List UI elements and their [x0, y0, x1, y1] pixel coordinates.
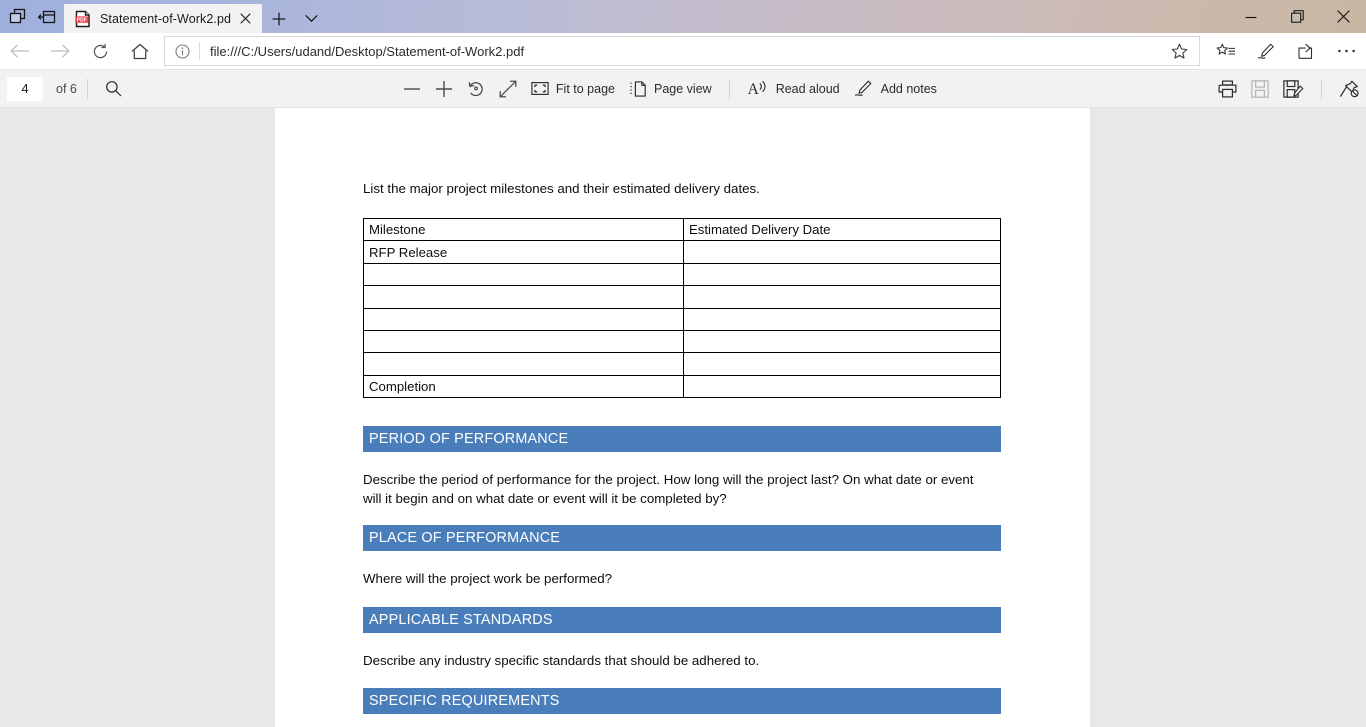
forward-icon[interactable]: [40, 33, 80, 69]
table-row: [363, 285, 1001, 309]
title-bar: PDF Statement-of-Work2.pd: [0, 0, 1366, 33]
web-notes-pen-icon[interactable]: [1246, 33, 1286, 69]
section-heading-period-of-performance: PERIOD OF PERFORMANCE: [363, 426, 1001, 453]
svg-text:PDF: PDF: [77, 17, 87, 23]
more-options-icon[interactable]: [1326, 33, 1366, 69]
home-icon[interactable]: [120, 33, 160, 69]
address-bar: file:///C:/Users/udand/Desktop/Statement…: [0, 33, 1366, 70]
cell-date: [683, 262, 1001, 287]
cell-milestone: [363, 352, 684, 376]
favorite-star-icon[interactable]: [1159, 37, 1199, 65]
url-box[interactable]: file:///C:/Users/udand/Desktop/Statement…: [164, 36, 1200, 66]
cell-date: [683, 329, 1001, 354]
cell-date: [683, 374, 1001, 399]
chevron-down-icon[interactable]: [296, 4, 326, 33]
table-row: RFP Release: [363, 240, 1001, 264]
table-row: [363, 352, 1001, 376]
minimize-icon[interactable]: [1228, 0, 1274, 33]
section-heading-specific-requirements: SPECIFIC REQUIREMENTS: [363, 688, 1001, 715]
stacked-windows-icon[interactable]: [2, 0, 32, 33]
toolbar-divider: [86, 78, 88, 99]
section-heading-place-of-performance: PLACE OF PERFORMANCE: [363, 525, 1001, 552]
tab-title: Statement-of-Work2.pd: [100, 11, 232, 26]
fit-to-page-button[interactable]: Fit to page: [524, 74, 622, 104]
save-icon[interactable]: [1244, 74, 1276, 104]
restore-icon[interactable]: [1274, 0, 1320, 33]
zoom-in-button[interactable]: [428, 74, 460, 104]
save-as-icon[interactable]: [1276, 74, 1311, 104]
cell-milestone: [363, 262, 684, 287]
pdf-page: List the major project milestones and th…: [275, 108, 1090, 727]
unpin-toolbar-icon[interactable]: [1332, 74, 1366, 104]
cell-milestone: [363, 329, 684, 354]
set-tabs-aside-icon[interactable]: [32, 0, 62, 33]
section-body-applicable-standards: Describe any industry specific standards…: [363, 652, 760, 668]
cell-date: [683, 352, 1001, 376]
intro-paragraph: List the major project milestones and th…: [363, 181, 760, 196]
new-tab-button[interactable]: [262, 4, 296, 33]
window-controls: [1228, 0, 1366, 33]
table-header-row: Milestone Estimated Delivery Date: [363, 217, 1001, 242]
page-view-label: Page view: [654, 81, 712, 96]
table-row: [363, 307, 1001, 331]
add-notes-button[interactable]: Add notes: [847, 74, 944, 104]
zoom-out-button[interactable]: [396, 74, 428, 104]
toolbar-divider-2: [728, 78, 730, 99]
url-input[interactable]: file:///C:/Users/udand/Desktop/Statement…: [200, 44, 1159, 59]
cell-milestone: [363, 285, 684, 309]
search-icon[interactable]: [98, 74, 129, 104]
page-view-button[interactable]: Page view: [622, 74, 719, 104]
titlebar-system-icons: [0, 0, 64, 33]
info-circle-icon[interactable]: [165, 37, 199, 65]
back-icon[interactable]: [0, 33, 40, 69]
pdf-toolbar: 4 of 6 Fit to page Page view A Read alou…: [0, 70, 1366, 108]
add-notes-label: Add notes: [880, 81, 937, 96]
close-icon[interactable]: [232, 6, 258, 32]
read-aloud-label: Read aloud: [775, 81, 840, 96]
toolbar-divider-3: [1321, 78, 1322, 99]
document-content: List the major project milestones and th…: [363, 108, 1001, 715]
cell-milestone: [363, 307, 684, 331]
read-aloud-button[interactable]: A Read aloud: [740, 74, 847, 104]
cell-milestone: Completion: [363, 374, 684, 399]
table-row: [363, 262, 1001, 287]
fit-to-page-label: Fit to page: [555, 81, 615, 96]
cell-date: [683, 285, 1001, 309]
cell-date: [683, 307, 1001, 331]
refresh-icon[interactable]: [80, 33, 120, 69]
rotate-icon[interactable]: [460, 74, 492, 104]
page-number-input[interactable]: 4: [6, 75, 44, 102]
fit-to-width-icon[interactable]: [492, 74, 524, 104]
print-icon[interactable]: [1211, 74, 1244, 104]
pdf-viewer[interactable]: List the major project milestones and th…: [0, 108, 1366, 727]
table-row: Completion: [363, 374, 1001, 399]
section-body-period-of-performance: Describe the period of performance for t…: [363, 472, 974, 506]
milestones-table: Milestone Estimated Delivery Date RFP Re…: [363, 217, 1001, 399]
close-window-icon[interactable]: [1320, 0, 1366, 33]
section-heading-applicable-standards: APPLICABLE STANDARDS: [363, 606, 1001, 633]
cell-milestone: RFP Release: [363, 240, 684, 264]
page-total-label: of 6: [56, 81, 77, 96]
cell-date: [683, 240, 1001, 264]
column-header-delivery-date: Estimated Delivery Date: [683, 217, 1001, 242]
table-row: [363, 329, 1001, 354]
column-header-milestone: Milestone: [363, 217, 684, 242]
section-body-place-of-performance: Where will the project work be performed…: [363, 571, 613, 587]
pdf-file-icon: PDF: [74, 10, 92, 28]
browser-tab[interactable]: PDF Statement-of-Work2.pd: [64, 4, 262, 33]
favorites-list-icon[interactable]: [1206, 33, 1246, 69]
share-icon[interactable]: [1286, 33, 1326, 69]
svg-text:A: A: [747, 81, 759, 97]
